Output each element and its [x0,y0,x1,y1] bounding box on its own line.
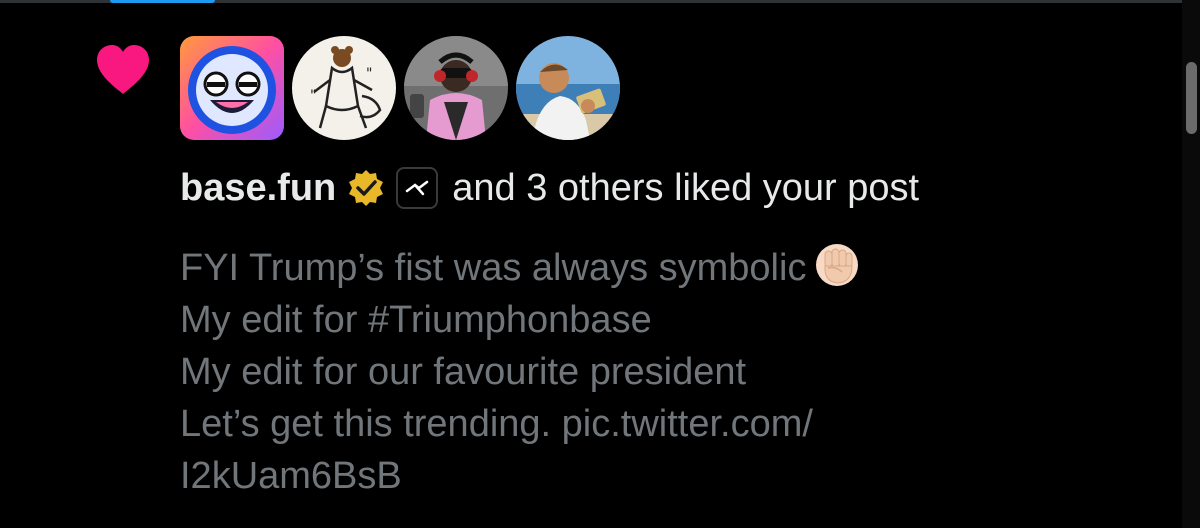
active-tab-indicator [110,0,215,3]
scrollbar-thumb[interactable] [1186,62,1197,134]
bear-sketch-avatar[interactable]: " " [292,36,396,140]
verified-badge-icon [349,170,384,206]
liked-action-text: and 3 others liked your post [452,166,920,209]
pink-hoodie-avatar[interactable] [404,36,508,140]
app-logo-icon [396,167,439,209]
liked-summary: base.fun and 3 others liked your post [180,164,919,212]
raised-fist-emoji [816,244,859,286]
svg-text:": " [310,88,316,104]
liker-avatars: " " [180,36,620,140]
post-line-3: My edit for our favourite president [180,351,747,393]
post-line-4: Let’s get this trending. pic.twitter.com… [180,403,813,445]
post-line-5: I2kUam6BsB [180,455,402,497]
post-preview[interactable]: FYI Trump’s fist was always symbolic My … [180,242,1140,502]
base-fun-avatar[interactable] [180,36,284,140]
beach-man-avatar[interactable] [516,36,620,140]
svg-text:": " [366,66,372,82]
post-line-1: FYI Trump’s fist was always symbolic [180,242,1140,294]
heart-icon [97,45,149,94]
post-line-2: My edit for #Triumphonbase [180,299,652,341]
notification-screen: " " base.fun and 3 others liked your pos… [0,0,1200,528]
scrollbar[interactable] [1182,0,1200,528]
user-name-link[interactable]: base.fun [180,167,336,210]
